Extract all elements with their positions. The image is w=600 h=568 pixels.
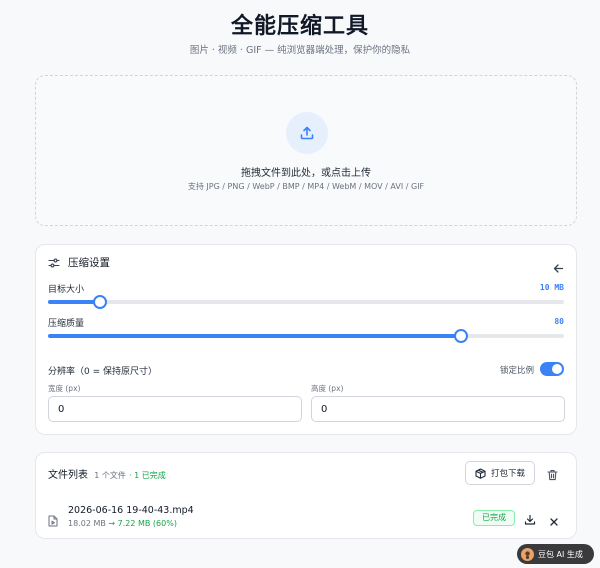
- pack-download-button[interactable]: 打包下载: [465, 461, 535, 485]
- width-input[interactable]: 0: [48, 396, 302, 422]
- file-list-header: 文件列表 1 个文件 · 1 已完成: [48, 466, 166, 481]
- pack-download-label: 打包下载: [490, 469, 525, 479]
- size-arrow: →: [108, 519, 116, 528]
- settings-header: 压缩设置: [48, 255, 110, 270]
- upload-dropzone[interactable]: 拖拽文件到此处，或点击上传 支持 JPG / PNG / WebP / BMP …: [35, 75, 577, 226]
- ai-badge-label: 豆包 AI 生成: [538, 549, 583, 559]
- target-size-value: 10 MB: [539, 283, 564, 292]
- collapse-button[interactable]: [553, 259, 564, 278]
- lock-ratio-toggle[interactable]: [540, 362, 564, 376]
- page-subtitle: 图片 · 视频 · GIF — 纯浏览器端处理，保护你的隐私: [189, 45, 411, 56]
- width-label: 宽度 (px): [48, 384, 81, 393]
- resolution-label: 分辨率（0 = 保持原尺寸）: [48, 367, 157, 377]
- remove-file-button[interactable]: [549, 512, 559, 531]
- original-size: 18.02 MB: [68, 519, 106, 528]
- height-label: 高度 (px): [311, 384, 344, 393]
- dropzone-title: 拖拽文件到此处，或点击上传: [241, 168, 371, 179]
- height-input[interactable]: 0: [311, 396, 565, 422]
- quality-value: 80: [554, 317, 564, 326]
- file-list-title: 文件列表: [48, 470, 88, 481]
- quality-label: 压缩质量: [48, 319, 85, 329]
- download-file-button[interactable]: [524, 511, 536, 530]
- compressed-size: 7.22 MB (60%): [117, 519, 177, 528]
- quality-thumb[interactable]: [453, 329, 468, 343]
- trash-icon: [547, 470, 558, 481]
- package-icon: [475, 467, 486, 479]
- quality-slider[interactable]: [48, 329, 564, 343]
- quality-fill: [48, 334, 461, 338]
- done-count: · 1 已完成: [129, 471, 166, 480]
- file-sizes: 18.02 MB → 7.22 MB (60%): [68, 519, 177, 528]
- target-size-fill: [48, 300, 100, 304]
- sliders-icon: [48, 258, 60, 267]
- settings-panel: 压缩设置 目标大小 10 MB 压缩质量 80 分辨率（0 = 保持原尺寸） 锁…: [35, 244, 577, 435]
- lock-ratio-label: 锁定比例: [499, 366, 534, 376]
- file-name: 2026-06-16 19-40-43.mp4: [68, 505, 194, 516]
- file-icon: [48, 512, 58, 531]
- download-icon: [524, 514, 536, 525]
- arrow-left-icon: [553, 264, 564, 273]
- close-icon: [550, 518, 558, 526]
- clear-all-button[interactable]: [547, 466, 558, 485]
- status-badge: 已完成: [473, 510, 515, 526]
- upload-icon: [286, 112, 328, 154]
- file-count: 1 个文件: [94, 471, 126, 480]
- target-size-label: 目标大小: [48, 285, 85, 295]
- target-size-slider[interactable]: [48, 295, 564, 309]
- file-list-panel: 文件列表 1 个文件 · 1 已完成 打包下载 2026-06-16 19-40…: [35, 452, 577, 539]
- dropzone-formats: 支持 JPG / PNG / WebP / BMP / MP4 / WebM /…: [187, 182, 425, 191]
- doubao-logo-icon: [521, 547, 534, 561]
- target-size-thumb[interactable]: [92, 295, 107, 309]
- page-title: 全能压缩工具: [230, 14, 369, 39]
- ai-generated-badge: 豆包 AI 生成: [517, 544, 594, 564]
- settings-title: 压缩设置: [68, 257, 110, 269]
